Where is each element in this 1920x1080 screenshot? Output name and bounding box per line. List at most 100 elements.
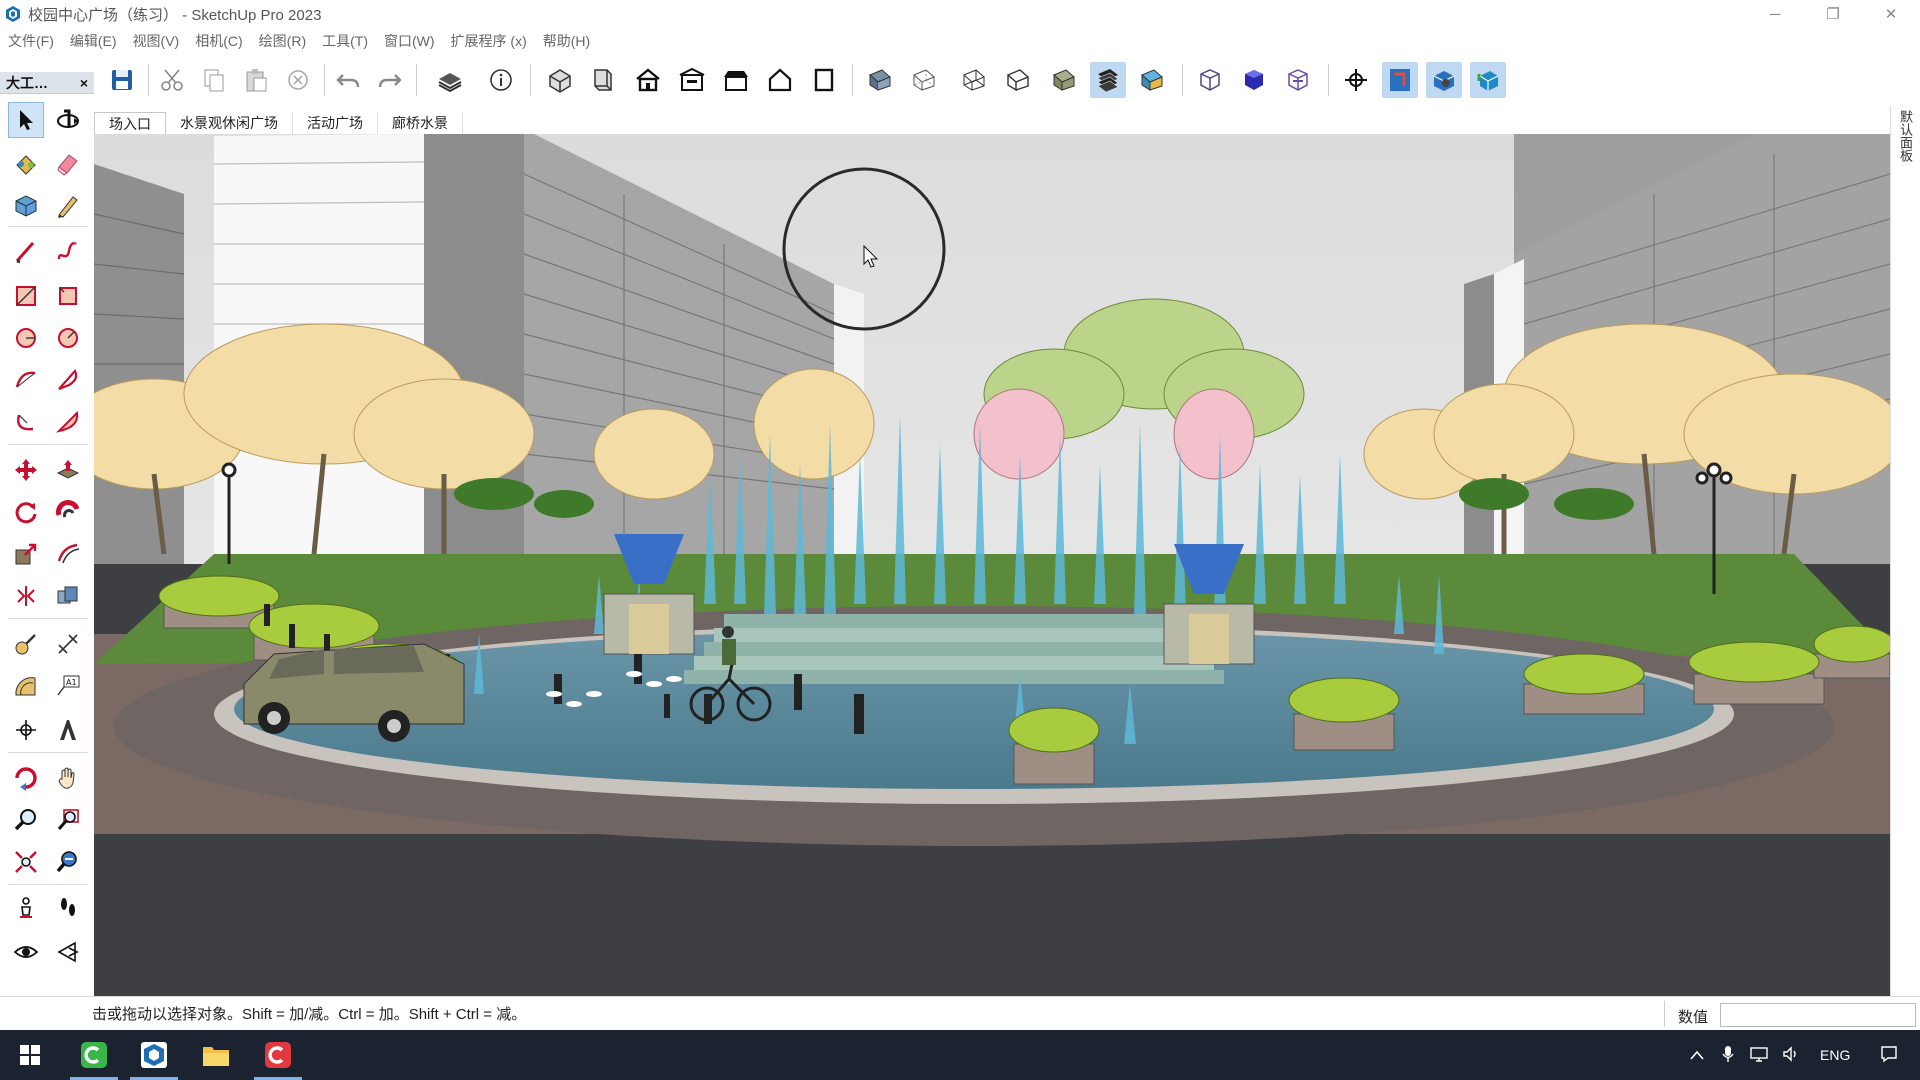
menu-view[interactable]: 视图(V): [125, 31, 188, 51]
menu-edit[interactable]: 编辑(E): [62, 31, 125, 51]
look-around-icon[interactable]: [1470, 62, 1506, 98]
volume-icon[interactable]: [1782, 1045, 1800, 1065]
look-around-tool-icon[interactable]: [8, 934, 44, 970]
freehand-tool-icon[interactable]: [50, 234, 86, 270]
text-tool-icon[interactable]: A1: [50, 668, 86, 704]
paint-bucket-icon[interactable]: [8, 146, 44, 182]
menu-extensions[interactable]: 扩展程序 (x): [443, 31, 535, 51]
select-tool-icon[interactable]: [8, 102, 44, 138]
tape-pencil-icon[interactable]: [50, 188, 86, 224]
position-camera-tool-icon[interactable]: [8, 890, 44, 926]
left-view-icon[interactable]: [762, 62, 798, 98]
cut-icon[interactable]: [154, 62, 190, 98]
menu-tools[interactable]: 工具(T): [314, 31, 376, 51]
offset-tool-icon[interactable]: [50, 536, 86, 572]
scene-tab-bridge-waterscape[interactable]: 廊桥水景: [378, 112, 463, 134]
file-explorer-icon[interactable]: [186, 1030, 246, 1080]
input-language[interactable]: ENG: [1820, 1047, 1850, 1063]
section-plane-tool-icon[interactable]: [50, 934, 86, 970]
dimension-tool-icon[interactable]: [50, 626, 86, 662]
measurements-input[interactable]: [1720, 1003, 1916, 1027]
menu-window[interactable]: 窗口(W): [376, 31, 443, 51]
start-icon[interactable]: [0, 1030, 60, 1080]
line-tool-icon[interactable]: [8, 234, 44, 270]
follow-me-icon[interactable]: [50, 494, 86, 530]
protractor-icon[interactable]: [8, 668, 44, 704]
save-icon[interactable]: [104, 62, 140, 98]
top-view-icon[interactable]: [585, 62, 621, 98]
tray-overflow-icon[interactable]: [1690, 1047, 1704, 1063]
redo-icon[interactable]: [372, 62, 408, 98]
3d-text-icon[interactable]: [50, 712, 86, 748]
rectangle-tool-icon[interactable]: [8, 278, 44, 314]
hidden-line-icon[interactable]: [1000, 62, 1036, 98]
front-view-icon[interactable]: [630, 62, 666, 98]
back-view-icon[interactable]: [718, 62, 754, 98]
bottom-view-icon[interactable]: [806, 62, 842, 98]
menu-help[interactable]: 帮助(H): [535, 31, 598, 51]
eraser-icon[interactable]: [50, 146, 86, 182]
erase-icon[interactable]: [280, 62, 316, 98]
section-plane-icon[interactable]: [1192, 62, 1228, 98]
pie-tool-icon[interactable]: [50, 404, 86, 440]
notification-icon[interactable]: [1880, 1045, 1898, 1066]
camtasia-icon[interactable]: [64, 1030, 124, 1080]
minimize-button[interactable]: ─: [1746, 0, 1804, 28]
move-tool-icon[interactable]: [8, 452, 44, 488]
two-point-arc-icon[interactable]: [50, 362, 86, 398]
microphone-icon[interactable]: [1722, 1045, 1734, 1066]
walk-icon[interactable]: [1426, 62, 1462, 98]
paste-icon[interactable]: [238, 62, 274, 98]
pan-hand-icon[interactable]: [50, 760, 86, 796]
orbit-camera-icon[interactable]: [8, 760, 44, 796]
network-icon[interactable]: [1750, 1046, 1768, 1065]
arc-tool-icon[interactable]: [8, 362, 44, 398]
camtasia-recorder-icon[interactable]: [248, 1030, 308, 1080]
panel-header[interactable]: 大工… ×: [0, 72, 94, 94]
position-camera-icon[interactable]: [1382, 62, 1418, 98]
default-tray-label[interactable]: 默认面板: [1896, 110, 1915, 162]
xray-icon[interactable]: [862, 62, 898, 98]
scene-tab-activity-plaza[interactable]: 活动广场: [293, 112, 378, 134]
sketchup-icon[interactable]: [124, 1030, 184, 1080]
flip-tool-icon[interactable]: [8, 578, 44, 614]
menu-camera[interactable]: 相机(C): [187, 31, 250, 51]
zoom-extents-icon[interactable]: [8, 844, 44, 880]
restore-button[interactable]: ❐: [1804, 0, 1862, 28]
display-section-planes-icon[interactable]: [1236, 62, 1272, 98]
rotated-rectangle-icon[interactable]: [50, 278, 86, 314]
push-pull-icon[interactable]: [50, 452, 86, 488]
iso-view-icon[interactable]: [542, 62, 578, 98]
display-section-cuts-icon[interactable]: [1280, 62, 1316, 98]
zoom-icon[interactable]: [8, 802, 44, 838]
shaded-icon[interactable]: [1046, 62, 1082, 98]
scale-tool-icon[interactable]: [8, 536, 44, 572]
copy-icon[interactable]: [196, 62, 232, 98]
right-view-icon[interactable]: [674, 62, 710, 98]
component-icon[interactable]: [8, 188, 44, 224]
print-icon[interactable]: [432, 62, 468, 98]
menu-file[interactable]: 文件(F): [0, 31, 62, 51]
back-edges-icon[interactable]: [906, 62, 942, 98]
close-button[interactable]: ✕: [1862, 0, 1920, 28]
model-viewport[interactable]: [94, 134, 1890, 996]
panel-close-button[interactable]: ×: [80, 75, 88, 91]
orbit-tool-icon[interactable]: [50, 102, 86, 138]
axes-tool-icon[interactable]: [8, 712, 44, 748]
zoom-window-icon[interactable]: [50, 802, 86, 838]
three-point-arc-icon[interactable]: [8, 404, 44, 440]
menu-draw[interactable]: 绘图(R): [251, 31, 314, 51]
previous-view-icon[interactable]: [50, 844, 86, 880]
outer-shell-icon[interactable]: [50, 578, 86, 614]
tape-measure-icon[interactable]: [8, 626, 44, 662]
scene-tab-waterscape-plaza[interactable]: 水景观休闲广场: [166, 112, 293, 134]
monochrome-icon[interactable]: [1134, 62, 1170, 98]
circle-tool-icon[interactable]: [8, 320, 44, 356]
rotate-tool-icon[interactable]: [8, 494, 44, 530]
default-tray[interactable]: 默认面板: [1890, 106, 1920, 996]
wireframe-icon[interactable]: [956, 62, 992, 98]
axes-icon[interactable]: [1338, 62, 1374, 98]
shaded-textures-icon[interactable]: [1090, 62, 1126, 98]
model-info-icon[interactable]: [483, 62, 519, 98]
polygon-tool-icon[interactable]: [50, 320, 86, 356]
